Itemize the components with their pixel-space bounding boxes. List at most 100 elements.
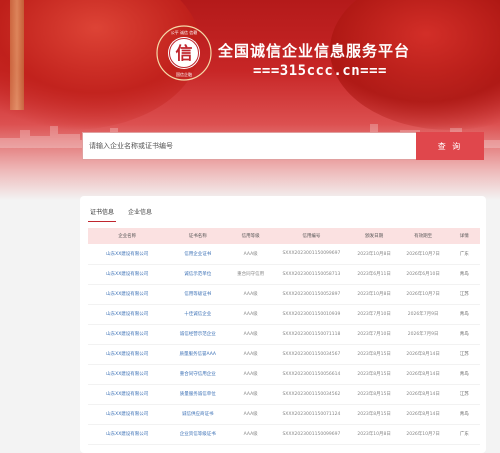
certificate-name-cell[interactable]: 诚信经营示范企业 bbox=[166, 324, 230, 345]
credit-level-cell: AAA级 bbox=[229, 284, 273, 305]
credit-level-cell: AAA级 bbox=[229, 424, 273, 445]
site-domain: ===315ccc.cn=== bbox=[253, 63, 387, 79]
table-row[interactable]: 山东XX建设有限公司 重合同守信用企业 AAA级 SXXX20230011500566… bbox=[88, 364, 480, 385]
huabiao-column-decoration bbox=[10, 0, 24, 110]
certificate-name-cell[interactable]: 企业资信等级证书 bbox=[166, 424, 230, 445]
table-row[interactable]: 山东XX建设有限公司 十佳诚信企业 AAA级 SXXX2023001150010939… bbox=[88, 304, 480, 325]
certificate-name-cell[interactable]: 信用等级证书 bbox=[166, 284, 230, 305]
table-row[interactable]: 山东XX建设有限公司 企业资信等级证书 AAA级 SXXX20230011500996… bbox=[88, 424, 480, 445]
expiry-date-cell: 2026年8月14日 bbox=[397, 404, 449, 425]
detail-cell[interactable]: 青岛 bbox=[448, 364, 480, 385]
certificate-name-cell[interactable]: 诚信供应商证书 bbox=[166, 404, 230, 425]
column-header: 证书名称 bbox=[188, 234, 207, 239]
detail-cell[interactable]: 青岛 bbox=[448, 304, 480, 325]
column-header: 颁发日期 bbox=[365, 234, 384, 239]
credit-number-cell: SXXX2023001150071124 bbox=[272, 404, 351, 425]
certificate-name-cell[interactable]: 信用企业证书 bbox=[166, 244, 230, 265]
table-header-row: 企业名称 证书名称 信用等级 信用编号 颁发日期 有效期至 详情 bbox=[88, 228, 480, 244]
credit-number-cell: SXXX2023001150071118 bbox=[272, 324, 351, 345]
search-bar: 查 询 bbox=[82, 132, 484, 160]
result-tabs: 证书信息 企业信息 bbox=[88, 206, 154, 222]
search-button[interactable]: 查 询 bbox=[416, 132, 484, 160]
certificate-name-cell[interactable]: 质量服务信誉AAA bbox=[166, 344, 230, 365]
credit-level-cell: AAA级 bbox=[229, 364, 273, 385]
expiry-date-cell: 2026年7月9日 bbox=[397, 304, 449, 325]
table-row[interactable]: 山东XX建设有限公司 信用企业证书 AAA级 SXXX2023001150099697… bbox=[88, 244, 480, 265]
company-name-cell[interactable]: 山东XX建设有限公司 bbox=[88, 324, 167, 345]
issue-date-cell: 2023年6月11日 bbox=[350, 264, 398, 285]
certificate-name-cell[interactable]: 诚信示范单位 bbox=[166, 264, 230, 285]
certificate-name-cell[interactable]: 质量服务诚信单位 bbox=[166, 384, 230, 405]
detail-cell[interactable]: 江苏 bbox=[448, 344, 480, 365]
issue-date-cell: 2023年10月8日 bbox=[350, 284, 398, 305]
table-row[interactable]: 山东XX建设有限公司 诚信经营示范企业 AAA级 SXXX20230011500711… bbox=[88, 324, 480, 345]
column-header: 信用编号 bbox=[302, 234, 321, 239]
detail-cell[interactable]: 江苏 bbox=[448, 284, 480, 305]
issue-date-cell: 2023年8月15日 bbox=[350, 404, 398, 425]
certificate-name-cell[interactable]: 重合同守信用企业 bbox=[166, 364, 230, 385]
detail-cell[interactable]: 江苏 bbox=[448, 384, 480, 405]
column-header: 信用等级 bbox=[241, 234, 260, 239]
credit-number-cell: SXXX2023001150052897 bbox=[272, 284, 351, 305]
search-input[interactable] bbox=[82, 132, 416, 160]
detail-cell[interactable]: 广东 bbox=[448, 424, 480, 445]
company-name-cell[interactable]: 山东XX建设有限公司 bbox=[88, 424, 167, 445]
issue-date-cell: 2023年8月15日 bbox=[350, 364, 398, 385]
logo-bottom-text: 国信企融 bbox=[176, 71, 192, 77]
company-name-cell[interactable]: 山东XX建设有限公司 bbox=[88, 364, 167, 385]
column-header: 有效期至 bbox=[414, 234, 433, 239]
table-row[interactable]: 山东XX建设有限公司 信用等级证书 AAA级 SXXX2023001150052897… bbox=[88, 284, 480, 305]
issue-date-cell: 2023年8月15日 bbox=[350, 384, 398, 405]
credit-number-cell: SXXX2023001150099697 bbox=[272, 244, 351, 265]
expiry-date-cell: 2026年8月14日 bbox=[397, 384, 449, 405]
company-name-cell[interactable]: 山东XX建设有限公司 bbox=[88, 304, 167, 325]
credit-level-cell: AAA级 bbox=[229, 244, 273, 265]
expiry-date-cell: 2026年7月9日 bbox=[397, 324, 449, 345]
credit-level-cell: AAA级 bbox=[229, 344, 273, 365]
expiry-date-cell: 2026年6月10日 bbox=[397, 264, 449, 285]
table-row[interactable]: 山东XX建设有限公司 诚信示范单位 重合同守信用 SXXX20230011500587… bbox=[88, 264, 480, 285]
detail-cell[interactable]: 青岛 bbox=[448, 324, 480, 345]
site-title: 全国诚信企业信息服务平台 bbox=[218, 42, 411, 60]
credit-level-cell: AAA级 bbox=[229, 404, 273, 425]
issue-date-cell: 2023年10月8日 bbox=[350, 424, 398, 445]
column-header: 企业名称 bbox=[118, 234, 137, 239]
certificate-table: 企业名称 证书名称 信用等级 信用编号 颁发日期 有效期至 详情 山东XX建设有… bbox=[88, 228, 480, 445]
credit-number-cell: SXXX2023001150034567 bbox=[272, 344, 351, 365]
column-header: 详情 bbox=[459, 234, 469, 239]
issue-date-cell: 2023年8月15日 bbox=[350, 344, 398, 365]
credit-level-cell: AAA级 bbox=[229, 324, 273, 345]
issue-date-cell: 2023年10月8日 bbox=[350, 244, 398, 265]
table-row[interactable]: 山东XX建设有限公司 诚信供应商证书 AAA级 SXXX202300115007112… bbox=[88, 404, 480, 425]
expiry-date-cell: 2026年10月7日 bbox=[397, 424, 449, 445]
company-name-cell[interactable]: 山东XX建设有限公司 bbox=[88, 404, 167, 425]
company-name-cell[interactable]: 山东XX建设有限公司 bbox=[88, 264, 167, 285]
credit-number-cell: SXXX2023001150058713 bbox=[272, 264, 351, 285]
company-name-cell[interactable]: 山东XX建设有限公司 bbox=[88, 244, 167, 265]
issue-date-cell: 2023年7月10日 bbox=[350, 304, 398, 325]
table-row[interactable]: 山东XX建设有限公司 质量服务诚信单位 AAA级 SXXX20230011500345… bbox=[88, 384, 480, 405]
credit-number-cell: SXXX2023001150034562 bbox=[272, 384, 351, 405]
tab-company-info[interactable]: 企业信息 bbox=[126, 206, 154, 222]
credit-number-cell: SXXX2023001150010939 bbox=[272, 304, 351, 325]
table-row[interactable]: 山东XX建设有限公司 质量服务信誉AAA AAA级 SXXX2023001150034… bbox=[88, 344, 480, 365]
credit-level-cell: AAA级 bbox=[229, 384, 273, 405]
company-name-cell[interactable]: 山东XX建设有限公司 bbox=[88, 284, 167, 305]
tab-certificate-info[interactable]: 证书信息 bbox=[88, 206, 117, 222]
results-panel: 证书信息 企业信息 企业名称 证书名称 信用等级 信用编号 颁发日期 有效期至 … bbox=[80, 196, 486, 453]
logo-top-text: 公平 诚信 信赖 bbox=[171, 29, 198, 35]
certificate-name-cell[interactable]: 十佳诚信企业 bbox=[166, 304, 230, 325]
detail-cell[interactable]: 广东 bbox=[448, 244, 480, 265]
logo-center-char: 信 bbox=[176, 43, 193, 64]
expiry-date-cell: 2026年8月14日 bbox=[397, 364, 449, 385]
logo-emblem: 信 公平 诚信 信赖 国信企融 bbox=[155, 24, 213, 82]
expiry-date-cell: 2026年8月14日 bbox=[397, 344, 449, 365]
credit-number-cell: SXXX2023001150056614 bbox=[272, 364, 351, 385]
expiry-date-cell: 2026年10月7日 bbox=[397, 244, 449, 265]
credit-level-cell: 重合同守信用 bbox=[229, 264, 273, 285]
detail-cell[interactable]: 青岛 bbox=[448, 264, 480, 285]
detail-cell[interactable]: 青岛 bbox=[448, 404, 480, 425]
company-name-cell[interactable]: 山东XX建设有限公司 bbox=[88, 384, 167, 405]
expiry-date-cell: 2026年10月7日 bbox=[397, 284, 449, 305]
company-name-cell[interactable]: 山东XX建设有限公司 bbox=[88, 344, 167, 365]
